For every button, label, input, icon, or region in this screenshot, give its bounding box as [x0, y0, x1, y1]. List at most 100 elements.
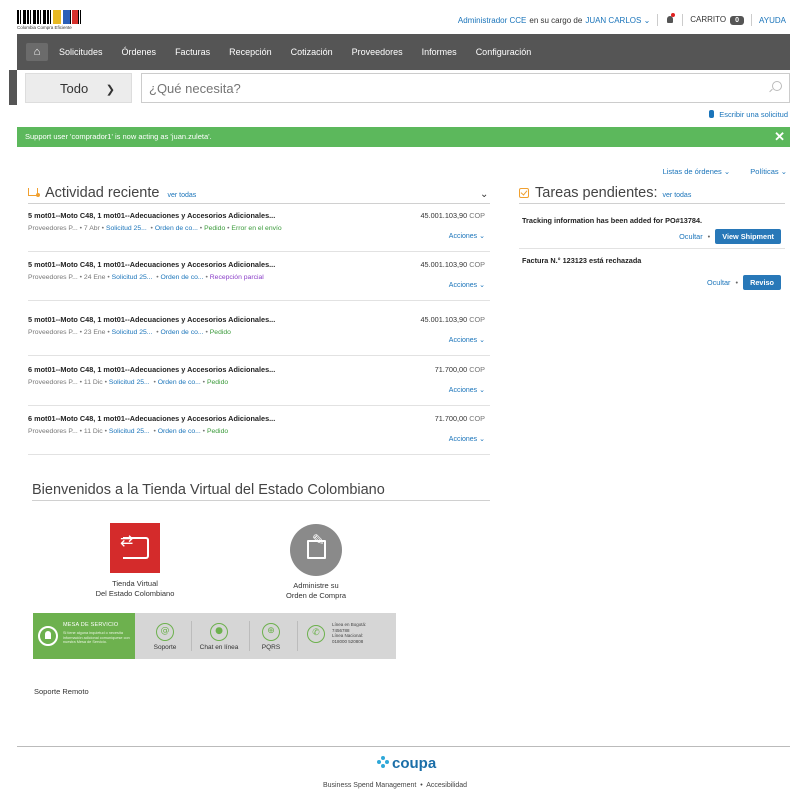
activity-row[interactable]: 5 mot01--Moto C48, 1 mot01--Adecuaciones… [28, 308, 490, 356]
order-link[interactable]: Orden de co... [161, 329, 204, 336]
requisition-link[interactable]: Solicitud 25... [106, 225, 147, 232]
search-scope-value: Todo [60, 80, 89, 96]
amount-currency: COP [469, 414, 485, 423]
search-scope-select[interactable]: Todo ❯ [25, 73, 132, 103]
bsm-link[interactable]: Business Spend Management [323, 782, 416, 789]
amount-value: 71.700,00 [434, 414, 468, 423]
chevron-down-icon: ⌄ [643, 15, 651, 25]
amount-value: 45.001.103,90 [420, 315, 468, 324]
supplier-name: Proveedores P... [28, 329, 78, 336]
activity-row-title[interactable]: 5 mot01--Moto C48, 1 mot01--Adecuaciones… [28, 211, 275, 220]
divider [32, 500, 490, 501]
policies-label: Políticas [750, 167, 779, 176]
coupa-mark-icon [377, 756, 389, 768]
accessibility-link[interactable]: Accesibilidad [426, 782, 467, 789]
nav-item-recepcion[interactable]: Recepción [229, 47, 272, 57]
activity-row[interactable]: 6 mot01--Moto C48, 1 mot01--Adecuaciones… [28, 407, 490, 455]
activity-row-title[interactable]: 6 mot01--Moto C48, 1 mot01--Adecuaciones… [28, 365, 275, 374]
order-lists-link[interactable]: Listas de órdenes ⌄ [654, 167, 731, 176]
collapse-chevron-icon[interactable]: ⌄ [480, 189, 488, 200]
actions-dropdown[interactable]: Acciones ⌄ [449, 336, 485, 344]
cart-button[interactable]: CARRITO 0 [690, 15, 745, 25]
nav-item-cotizacion[interactable]: Cotización [291, 47, 333, 57]
nav-item-ordenes[interactable]: Órdenes [122, 47, 157, 57]
activity-row-amount: 71.700,00 COP [435, 365, 485, 374]
write-request-link[interactable]: Escribir una solicitud [709, 110, 788, 119]
actions-dropdown[interactable]: Acciones ⌄ [449, 435, 485, 443]
service-desk-title: MESA DE SERVICIO [63, 622, 119, 628]
divider [751, 14, 753, 26]
close-icon[interactable]: ✕ [774, 127, 785, 147]
notification-bell-icon[interactable] [665, 13, 676, 25]
nav-item-configuracion[interactable]: Configuración [476, 47, 532, 57]
pqrs-label: PQRS [261, 644, 281, 651]
order-link[interactable]: Orden de co... [161, 274, 204, 281]
support-option[interactable]: @ Soporte [145, 623, 185, 651]
globe-icon: ⊕ [262, 623, 280, 641]
activity-row[interactable]: 5 mot01--Moto C48, 1 mot01--Adecuaciones… [28, 253, 490, 301]
amount-currency: COP [469, 365, 485, 374]
edit-icon [290, 524, 342, 576]
requisition-link[interactable]: Solicitud 25... [112, 329, 153, 336]
virtual-store-tile[interactable]: Tienda Virtual Del Estado Colombiano [80, 523, 190, 599]
task-item: Tracking information has been added for … [522, 216, 785, 244]
divider [519, 203, 785, 204]
nav-edge-strip [9, 70, 17, 105]
requisition-link[interactable]: Solicitud 25... [109, 379, 150, 386]
review-button[interactable]: Reviso [743, 275, 781, 290]
pqrs-option[interactable]: ⊕ PQRS [253, 623, 289, 651]
tasks-view-all-link[interactable]: ver todas [663, 192, 692, 199]
order-link[interactable]: Orden de co... [158, 379, 201, 386]
row-date: 11 Dic [83, 428, 103, 435]
requisition-link[interactable]: Solicitud 25... [109, 428, 150, 435]
activity-row-title[interactable]: 6 mot01--Moto C48, 1 mot01--Adecuaciones… [28, 414, 275, 423]
bogota-line-label: Línea en Bogotá: [332, 622, 367, 627]
manage-order-tile[interactable]: Administre su Orden de Compra [261, 524, 371, 601]
activity-title: Actividad reciente [45, 185, 160, 201]
home-icon[interactable]: ⌂ [26, 43, 48, 61]
divider [191, 621, 192, 651]
admin-link[interactable]: Administrador CCE [458, 16, 526, 25]
search-input[interactable] [141, 73, 790, 103]
quick-links: Listas de órdenes ⌄ Políticas ⌄ [645, 167, 787, 176]
activity-row[interactable]: 5 mot01--Moto C48, 1 mot01--Adecuaciones… [28, 204, 490, 252]
nav-item-proveedores[interactable]: Proveedores [352, 47, 403, 57]
task-text: Tracking information has been added for … [522, 216, 703, 225]
requisition-link[interactable]: Solicitud 25... [112, 274, 153, 281]
tile-label-line1: Administre su [293, 581, 339, 590]
footer-links: Business Spend Management • Accesibilida… [0, 782, 790, 789]
actions-dropdown[interactable]: Acciones ⌄ [449, 232, 485, 240]
help-link[interactable]: AYUDA [759, 16, 786, 25]
search-icon[interactable] [772, 81, 782, 91]
tasks-header: Tareas pendientes: ver todas [519, 185, 691, 201]
service-desk-bar: MESA DE SERVICIO Si tiene alguna inquiet… [33, 613, 396, 659]
activity-row-amount: 45.001.103,90 COP [420, 315, 485, 324]
actions-dropdown[interactable]: Acciones ⌄ [449, 386, 485, 394]
hide-task-link[interactable]: Ocultar [679, 232, 703, 241]
view-shipment-button[interactable]: View Shipment [715, 229, 781, 244]
chat-option[interactable]: ● Chat en línea [193, 623, 245, 651]
nav-item-solicitudes[interactable]: Solicitudes [59, 47, 103, 57]
user-dropdown[interactable]: JUAN CARLOS ⌄ [585, 16, 650, 25]
order-link[interactable]: Orden de co... [158, 428, 201, 435]
activity-row-amount: 71.700,00 COP [435, 414, 485, 423]
colombia-compra-logo[interactable]: Colombia Compra Eficiente [17, 10, 83, 31]
policies-link[interactable]: Políticas ⌄ [741, 167, 787, 176]
activity-view-all-link[interactable]: ver todas [167, 192, 196, 199]
activity-row-title[interactable]: 5 mot01--Moto C48, 1 mot01--Adecuaciones… [28, 315, 275, 324]
remote-support-link[interactable]: Soporte Remoto [34, 687, 89, 696]
activity-row[interactable]: 6 mot01--Moto C48, 1 mot01--Adecuaciones… [28, 358, 490, 406]
actions-dropdown[interactable]: Acciones ⌄ [449, 281, 485, 289]
acting-text: en su cargo de [529, 15, 583, 25]
nav-item-informes[interactable]: Informes [422, 47, 457, 57]
cart-activity-icon [28, 188, 40, 198]
supplier-name: Proveedores P... [28, 225, 78, 232]
divider [657, 14, 659, 26]
user-menu-area: Administrador CCE en su cargo de JUAN CA… [458, 13, 786, 26]
actions-label: Acciones [448, 436, 478, 443]
hide-task-link[interactable]: Ocultar [707, 278, 731, 287]
order-link[interactable]: Orden de co... [155, 225, 198, 232]
nav-item-facturas[interactable]: Facturas [175, 47, 210, 57]
activity-row-title[interactable]: 5 mot01--Moto C48, 1 mot01--Adecuaciones… [28, 260, 275, 269]
phone-lines: Línea en Bogotá: 7456788 Línea Nacional:… [332, 622, 366, 644]
